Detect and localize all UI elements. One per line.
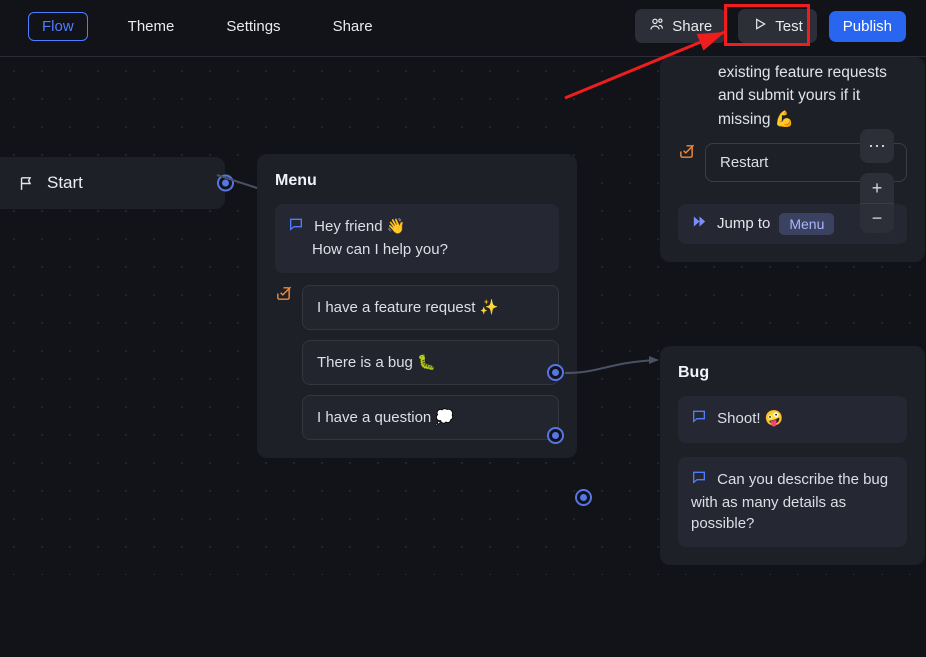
checkbox-icon <box>275 285 292 440</box>
tab-flow[interactable]: Flow <box>28 12 88 41</box>
port-option-feature[interactable] <box>547 364 564 381</box>
tab-share[interactable]: Share <box>321 12 385 41</box>
play-icon <box>752 16 768 36</box>
options-block: I have a feature request ✨ There is a bu… <box>275 285 559 440</box>
people-icon <box>649 16 665 36</box>
node-bug[interactable]: Bug Shoot! 🤪 Can you describe the bug wi… <box>660 346 925 565</box>
message-block[interactable]: Shoot! 🤪 <box>678 396 907 443</box>
publish-button-label: Publish <box>843 18 892 35</box>
zoom-in-button[interactable]: + <box>860 173 894 203</box>
zoom-out-button[interactable]: − <box>860 203 894 233</box>
canvas-controls: ⋯ + − <box>860 129 894 233</box>
chat-icon <box>288 216 304 239</box>
node-title: Bug <box>678 364 907 382</box>
checkbox-icon <box>678 143 695 182</box>
zoom-controls: + − <box>860 173 894 233</box>
option-question[interactable]: I have a question 💭 <box>302 395 559 440</box>
option-feature-request[interactable]: I have a feature request ✨ <box>302 285 559 330</box>
node-start[interactable]: Start <box>0 157 225 209</box>
chat-icon <box>691 469 707 492</box>
option-bug[interactable]: There is a bug 🐛 <box>302 340 559 385</box>
bug-msg2: Can you describe the bug with as many de… <box>691 471 888 533</box>
message-line1: Hey friend 👋 <box>314 218 405 235</box>
bug-msg1: Shoot! 🤪 <box>717 410 783 427</box>
test-button[interactable]: Test <box>738 9 817 43</box>
publish-button[interactable]: Publish <box>829 11 906 42</box>
jump-to-label: Jump to <box>717 215 770 232</box>
more-menu-button[interactable]: ⋯ <box>860 129 894 163</box>
nav-tabs: Flow Theme Settings Share <box>20 12 385 41</box>
topbar-divider <box>0 56 926 57</box>
message-block[interactable]: Hey friend 👋 How can I help you? <box>275 204 559 273</box>
share-button[interactable]: Share <box>635 9 726 43</box>
port-option-bug[interactable] <box>547 427 564 444</box>
tab-theme[interactable]: Theme <box>116 12 187 41</box>
top-bar: Flow Theme Settings Share Share Test Pub… <box>0 0 926 52</box>
share-button-label: Share <box>672 18 712 35</box>
node-menu[interactable]: Menu Hey friend 👋 How can I help you? I … <box>257 154 577 458</box>
flow-canvas[interactable]: Start Menu Hey friend 👋 How can I help y… <box>0 57 926 575</box>
port-out[interactable] <box>217 175 234 192</box>
topbar-actions: Share Test Publish <box>635 9 906 43</box>
test-button-label: Test <box>775 18 803 35</box>
port-option-question[interactable] <box>575 489 592 506</box>
message-block[interactable]: Can you describe the bug with as many de… <box>678 457 907 547</box>
jump-target-badge: Menu <box>779 213 834 235</box>
node-title: Menu <box>275 172 559 190</box>
options-list: I have a feature request ✨ There is a bu… <box>302 285 559 440</box>
chat-icon <box>691 408 707 431</box>
message-line2: How can I help you? <box>312 241 448 258</box>
start-label: Start <box>47 173 83 193</box>
fast-forward-icon <box>691 213 708 234</box>
flag-icon <box>18 175 35 192</box>
tab-settings[interactable]: Settings <box>214 12 292 41</box>
